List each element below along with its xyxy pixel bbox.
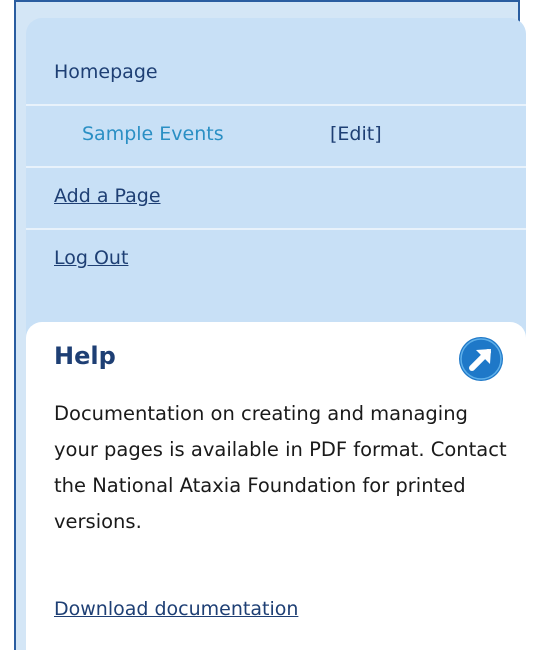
nav-item-sample-events[interactable]: Sample Events [Edit] <box>26 106 526 168</box>
edit-link[interactable]: [Edit] <box>330 123 382 145</box>
nav-item-homepage-label[interactable]: Homepage <box>54 61 158 83</box>
log-out-link[interactable]: Log Out <box>54 247 128 269</box>
help-title: Help <box>54 342 116 370</box>
nav-item-log-out[interactable]: Log Out <box>26 230 526 292</box>
help-box: Help Documentation on creating and manag… <box>26 322 526 650</box>
arrow-up-right-icon[interactable] <box>458 336 504 382</box>
nav-item-add-page[interactable]: Add a Page <box>26 168 526 230</box>
download-documentation-link[interactable]: Download documentation <box>54 598 298 620</box>
nav-item-homepage[interactable]: Homepage <box>26 44 526 106</box>
nav-item-sample-events-label[interactable]: Sample Events <box>82 123 224 145</box>
help-description: Documentation on creating and managing y… <box>54 402 507 533</box>
add-page-link[interactable]: Add a Page <box>54 185 161 207</box>
